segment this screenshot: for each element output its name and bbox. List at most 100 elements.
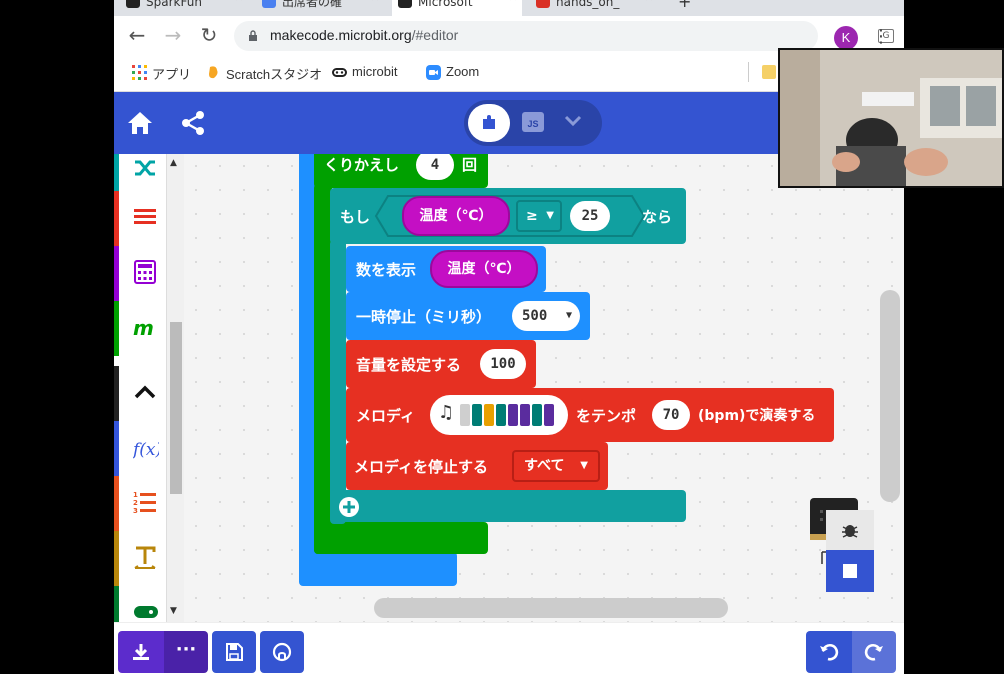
- redo-button[interactable]: [852, 631, 896, 673]
- toolbox-category-arrays[interactable]: [114, 191, 166, 246]
- back-icon[interactable]: ←: [124, 22, 150, 48]
- stop-square-icon: [843, 564, 857, 578]
- pause-duration-value: 500: [522, 308, 548, 324]
- list-lines-icon: [134, 209, 156, 224]
- workspace-vertical-scrollbar[interactable]: [880, 290, 900, 502]
- tab-label: SparkFun: [146, 0, 202, 9]
- stop-option-value: すべて: [524, 458, 565, 474]
- melody-editor-field[interactable]: ♫: [430, 395, 568, 435]
- show-number-block[interactable]: 数を表示 温度（℃）: [346, 246, 546, 292]
- add-plus-icon[interactable]: [338, 496, 360, 518]
- toolbox-category-functions[interactable]: f(x): [114, 421, 166, 476]
- svg-text:2: 2: [133, 499, 138, 507]
- stop-melody-block[interactable]: メロディを停止する すべて ▼: [346, 442, 608, 490]
- github-icon: [272, 642, 292, 662]
- profile-avatar[interactable]: K: [834, 26, 858, 50]
- omnibox[interactable]: makecode.microbit.org/#editor G ☆: [234, 21, 894, 51]
- stop-simulator-button[interactable]: [826, 550, 874, 592]
- toolbox-category-math[interactable]: [114, 246, 166, 301]
- toolbox-advanced-toggle[interactable]: [114, 366, 166, 421]
- pause-block[interactable]: 一時停止（ミリ秒） 500 ▼: [346, 292, 590, 340]
- redo-icon: [864, 644, 883, 661]
- workspace-horizontal-scrollbar[interactable]: [374, 598, 728, 618]
- dropdown-caret-icon: ▼: [565, 310, 572, 321]
- show-number-label: 数を表示: [356, 261, 417, 279]
- stop-melody-label: メロディを停止する: [354, 458, 488, 476]
- repeat-count-input[interactable]: 4: [416, 154, 454, 180]
- toolbox-category-game[interactable]: [114, 586, 166, 622]
- if-block-bottom[interactable]: [330, 490, 686, 522]
- stop-option-dropdown[interactable]: すべて ▼: [512, 450, 600, 482]
- folder-icon[interactable]: [762, 65, 776, 79]
- blocks-editor-button[interactable]: [468, 104, 510, 142]
- tab-label: 出席者の確: [282, 0, 343, 9]
- repeat-block[interactable]: くりかえし 4 回: [314, 154, 488, 188]
- pause-duration-dropdown[interactable]: 500 ▼: [512, 301, 580, 331]
- bookmark-separator: [748, 62, 749, 82]
- scroll-up-icon[interactable]: ▲: [170, 158, 177, 168]
- download-button[interactable]: [118, 631, 164, 673]
- bug-icon: [842, 525, 858, 538]
- javascript-editor-button[interactable]: JS: [522, 112, 544, 132]
- webcam-feed-image: [780, 50, 1002, 186]
- microbit-icon: [332, 68, 347, 77]
- reload-icon[interactable]: ↻: [196, 22, 222, 48]
- tab-label: Microsoft: [418, 0, 473, 9]
- toolbox-category-arrays-list[interactable]: 123: [114, 476, 166, 531]
- editor-toggle: JS: [464, 100, 602, 146]
- home-icon[interactable]: [126, 110, 154, 136]
- dropdown-caret-icon: ▼: [580, 460, 588, 471]
- undo-button[interactable]: [806, 631, 852, 673]
- chevron-down-icon[interactable]: [564, 114, 582, 128]
- threshold-input[interactable]: 25: [570, 201, 610, 231]
- scroll-down-icon[interactable]: ▼: [170, 606, 177, 616]
- bookmark-apps[interactable]: アプリ: [132, 64, 191, 83]
- show-number-variable[interactable]: 温度（℃）: [430, 250, 538, 288]
- tab-strip: SparkFun ✕ 出席者の確 ✕ Microsoft ✕ hands_on_…: [114, 0, 904, 16]
- bookmark-zoom[interactable]: Zoom: [426, 64, 479, 80]
- bookmark-microbit[interactable]: microbit: [332, 64, 398, 79]
- blocks-workspace[interactable]: くりかえし 4 回 もし 温度（℃） ≥ ▼ 25 なら 数を表示 温度（℃） …: [184, 154, 904, 622]
- function-icon: f(x): [133, 440, 159, 460]
- operator-dropdown[interactable]: ≥ ▼: [516, 200, 562, 232]
- set-volume-block[interactable]: 音量を設定する 100: [346, 340, 536, 388]
- play-melody-block[interactable]: メロディ ♫ をテンポ 70 (bpm)で演奏する: [346, 388, 834, 442]
- browser-menu-icon[interactable]: ⋮: [872, 24, 890, 50]
- melody-note: [520, 404, 530, 426]
- share-icon[interactable]: [180, 110, 206, 136]
- if-block-frame[interactable]: [330, 240, 346, 524]
- toolbox-scroll-thumb[interactable]: [170, 322, 182, 494]
- tab-hands-on[interactable]: hands_on_ ✕: [530, 0, 658, 16]
- more-options-button[interactable]: ···: [164, 631, 208, 673]
- repeat-suffix: 回: [462, 156, 478, 174]
- tempo-input[interactable]: 70: [652, 400, 690, 430]
- forward-icon[interactable]: →: [160, 22, 186, 48]
- volume-input[interactable]: 100: [480, 349, 526, 379]
- sparkfun-favicon-icon: [126, 0, 140, 8]
- bookmark-label: microbit: [352, 64, 398, 79]
- temperature-variable[interactable]: 温度（℃）: [402, 196, 510, 236]
- forever-block-bottom[interactable]: [299, 552, 457, 586]
- toolbox-category-logic[interactable]: [114, 154, 166, 191]
- if-label: もし: [340, 208, 371, 226]
- toolbox-scrollbar[interactable]: ▲ ▼: [166, 154, 184, 622]
- tempo-label: をテンポ: [576, 407, 637, 425]
- bookmark-label: アプリ: [152, 67, 192, 82]
- save-button[interactable]: [212, 631, 256, 673]
- debug-button[interactable]: [826, 510, 874, 550]
- undo-icon: [820, 644, 839, 661]
- github-button[interactable]: [260, 631, 304, 673]
- bookmark-scratch[interactable]: Scratchスタジオ: [206, 64, 322, 83]
- tab-microsoft[interactable]: Microsoft ✕: [392, 0, 522, 16]
- tab-attendance[interactable]: 出席者の確 ✕: [256, 0, 384, 16]
- tab-sparkfun[interactable]: SparkFun ✕: [120, 0, 248, 16]
- repeat-block-bottom[interactable]: [314, 522, 488, 554]
- toolbox-category-extension[interactable]: m: [114, 301, 166, 356]
- new-tab-button[interactable]: +: [670, 0, 700, 16]
- download-icon: [133, 644, 149, 660]
- dropdown-caret-icon: ▼: [546, 210, 554, 221]
- if-block[interactable]: もし 温度（℃） ≥ ▼ 25 なら: [330, 188, 686, 244]
- toolbox-category-text[interactable]: [114, 531, 166, 586]
- makecode-favicon-icon: [398, 0, 412, 8]
- text-t-icon: [134, 546, 156, 569]
